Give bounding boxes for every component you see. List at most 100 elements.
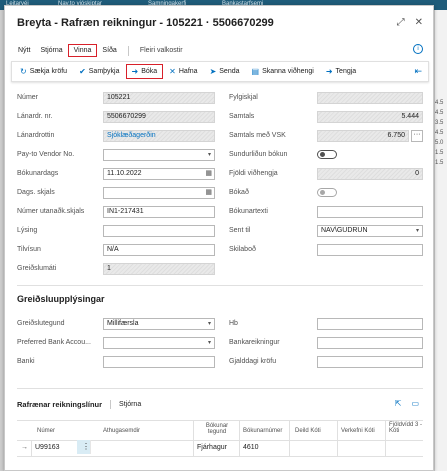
menu-process[interactable]: Vinna (67, 44, 98, 57)
reference-field[interactable]: N/A (103, 244, 215, 256)
payment-type-select[interactable]: Millifærsla ▾ (103, 318, 215, 330)
chevron-down-icon[interactable]: ▾ (208, 319, 211, 329)
grid-col-line (193, 420, 194, 456)
lines-manage-button[interactable]: Stjórna (119, 401, 141, 408)
cell-posting-type[interactable]: Fjárhagur (197, 444, 227, 451)
grid-col-line (289, 420, 290, 456)
send-button[interactable]: ➤ Senda (204, 65, 246, 78)
action-label: Bóka (141, 68, 158, 75)
col-header-number[interactable]: Númer (37, 428, 55, 434)
section-divider (17, 388, 423, 389)
col-header-dim3-code[interactable]: Fjöldvídd 3 - Kóti (389, 422, 425, 434)
document-date-field[interactable]: ▦ (103, 187, 215, 199)
posting-date-value: 11.10.2022 (107, 170, 142, 177)
bank-label: Banki (17, 358, 35, 365)
grid-col-line (337, 420, 338, 456)
scan-icon: ▤ (251, 67, 260, 76)
description-field[interactable] (103, 225, 215, 237)
connect-button[interactable]: ➜ Tengja (320, 65, 362, 78)
more-icon[interactable]: ··· (411, 130, 423, 142)
message-label: Skilaboð (229, 246, 256, 253)
check-icon: ✔ (79, 67, 86, 76)
menu-divider (127, 45, 129, 56)
post-button[interactable]: ➜ Bóka (125, 64, 164, 79)
col-header-posting-no[interactable]: Bókunarnúmer (243, 428, 282, 434)
scan-attachment-button[interactable]: ▤ Skanna viðhengi (246, 65, 320, 78)
bank-account-field[interactable] (317, 337, 423, 349)
preferred-bank-label: Preferred Bank Accou... (17, 339, 91, 346)
close-icon[interactable]: ✕ (415, 17, 423, 28)
row-arrow-icon: → (21, 444, 28, 451)
cell-number[interactable]: U99163 (35, 444, 60, 451)
grid-col-line (385, 420, 386, 456)
sent-to-field[interactable]: NAV\GUDRUN ▾ (317, 225, 423, 237)
vendor-field[interactable]: Sjóklæðagerðin (103, 130, 215, 142)
due-date-field[interactable] (317, 356, 423, 368)
action-bar: ↻ Sækja kröfu ✔ Samþykja ➜ Bóka ✕ Hafna ➤ Sen… (11, 61, 429, 82)
total-incl-vat-field: 6.750 (317, 130, 409, 142)
send-icon: ➤ (209, 67, 217, 76)
fetch-claim-button[interactable]: ↻ Sækja kröfu (14, 65, 73, 78)
menu-page[interactable]: Síða (97, 45, 121, 56)
expand-icon[interactable]: ▭ (411, 399, 419, 408)
bank-field[interactable] (103, 356, 215, 368)
posting-date-field[interactable]: 11.10.2022 ▦ (103, 168, 215, 180)
bg-value: 4.5 (435, 100, 444, 106)
vendor-label: Lánardrottin (17, 132, 55, 139)
bg-value: 4.5 (435, 110, 444, 116)
total-field: 5.444 (317, 111, 423, 123)
row-menu-button[interactable]: ⋮ (77, 440, 91, 454)
action-label: Sækja kröfu (29, 68, 68, 75)
posting-date-label: Bókunardags (17, 170, 59, 177)
grid-col-line (239, 420, 240, 456)
edit-dialog: Breyta - Rafræn reikningur - 105221 · 55… (4, 5, 434, 471)
ledger-field[interactable] (317, 318, 423, 330)
reject-button[interactable]: ✕ Hafna (163, 65, 203, 78)
external-doc-no-field[interactable]: IN1-217431 (103, 206, 215, 218)
pay-to-vendor-field[interactable]: ▾ (103, 149, 215, 161)
expand-icon[interactable]: ⤢ (397, 17, 405, 28)
total-incl-vat-label: Samtals með VSK (229, 132, 286, 139)
menu-manage[interactable]: Stjórna (35, 45, 67, 56)
bg-value: 3.5 (435, 120, 444, 126)
lines-divider (110, 400, 112, 409)
chevron-down-icon[interactable]: ▾ (208, 338, 211, 348)
calendar-icon[interactable]: ▦ (205, 169, 212, 179)
lines-title: Rafrænar reikningslínur (17, 400, 103, 409)
action-label: Skanna viðhengi (262, 68, 314, 75)
payment-type-label: Greiðslutegund (17, 320, 65, 327)
grid-line (17, 456, 423, 457)
reference-label: Tilvísun (17, 246, 41, 253)
chevron-down-icon[interactable]: ▾ (208, 150, 211, 160)
attachment-count-field: 0 (317, 168, 423, 180)
calendar-icon[interactable]: ▦ (205, 188, 212, 198)
lines-header: Rafrænar reikningslínur Stjórna (17, 400, 141, 409)
menu-more-options[interactable]: Fleiri valkostir (135, 45, 188, 56)
share-icon[interactable]: ⇱ (395, 399, 402, 408)
due-date-label: Gjalddagi kröfu (229, 358, 277, 365)
pin-icon[interactable]: ⇤ (414, 66, 422, 77)
section-divider (17, 285, 423, 286)
bg-value: 1.5 (435, 160, 444, 166)
grid-col-line (31, 440, 32, 456)
menu-new[interactable]: Nýtt (13, 45, 35, 56)
col-header-project-code[interactable]: Verkefni Kóti (341, 428, 375, 434)
posting-text-label: Bókunartexti (229, 208, 268, 215)
attachment-field (317, 92, 423, 104)
chevron-down-icon[interactable]: ▾ (416, 226, 419, 236)
col-header-dept-code[interactable]: Deild Kóti (295, 428, 321, 434)
dialog-title: Breyta - Rafræn reikningur - 105221 · 55… (17, 17, 274, 29)
posting-text-field[interactable] (317, 206, 423, 218)
description-label: Lýsing (17, 227, 38, 234)
col-header-posting-type[interactable]: Bókunar tegund (197, 423, 237, 435)
approve-button[interactable]: ✔ Samþykja (73, 65, 125, 78)
message-field[interactable] (317, 244, 423, 256)
info-icon[interactable]: i (413, 44, 423, 54)
cell-posting-no[interactable]: 4610 (243, 444, 259, 451)
preferred-bank-field[interactable]: ▾ (103, 337, 215, 349)
menu-bar: Nýtt Stjórna Vinna Síða Fleiri valkostir (13, 44, 188, 57)
split-posting-toggle[interactable] (317, 150, 337, 159)
col-header-notes[interactable]: Athugasemdir (103, 428, 140, 434)
background-side-column: 4.5 4.5 3.5 4.5 5.0 1.5 1.5 (435, 10, 447, 471)
bg-value: 1.5 (435, 150, 444, 156)
